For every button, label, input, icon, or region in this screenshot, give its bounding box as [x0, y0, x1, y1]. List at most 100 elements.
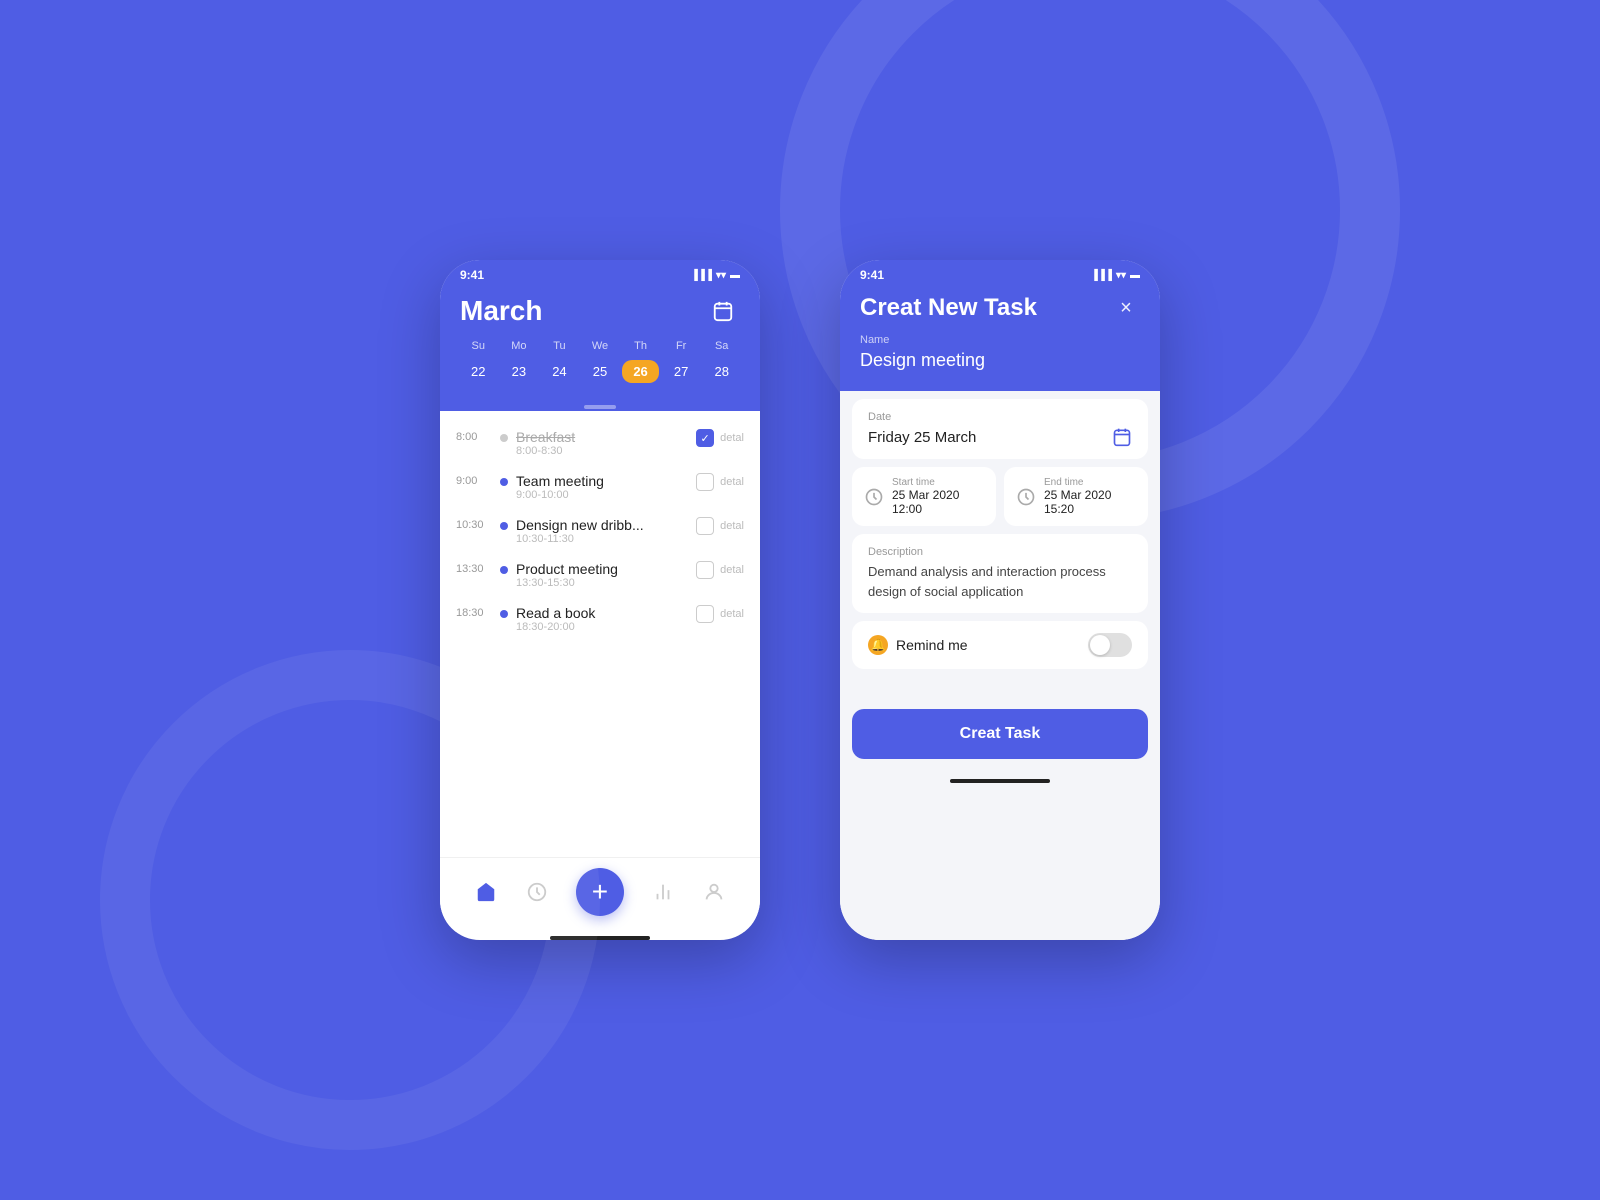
fab-add-button[interactable]: + [576, 868, 624, 916]
detail-book[interactable]: detal [720, 608, 744, 620]
description-section: Description Demand analysis and interact… [852, 534, 1148, 613]
description-value[interactable]: Demand analysis and interaction process … [868, 562, 1132, 601]
clock-nav-icon[interactable] [525, 880, 549, 904]
day-28[interactable]: 28 [703, 360, 740, 383]
remind-toggle[interactable] [1088, 633, 1132, 657]
day-th: Th [622, 340, 659, 356]
end-time-value: 25 Mar 2020 15:20 [1044, 488, 1136, 516]
task-duration-product: 13:30-15:30 [516, 577, 688, 589]
remind-section: 🔔 Remind me [852, 621, 1148, 669]
status-time-2: 9:41 [860, 268, 884, 282]
detail-product[interactable]: detal [720, 564, 744, 576]
wifi-icon: ▾▾ [716, 270, 726, 281]
calendar-grid: Su Mo Tu We Th Fr Sa 22 23 24 25 26 27 2… [460, 340, 740, 383]
task-list: 8:00 Breakfast 8:00-8:30 detal 9:00 Team… [440, 411, 760, 857]
task-name-team: Team meeting [516, 473, 688, 489]
day-24[interactable]: 24 [541, 360, 578, 383]
date-label: Date [868, 411, 1132, 423]
start-time-label: Start time [892, 477, 984, 488]
task-name-book: Read a book [516, 605, 688, 621]
day-23[interactable]: 23 [501, 360, 538, 383]
task-dot-breakfast [500, 434, 508, 442]
day-22[interactable]: 22 [460, 360, 497, 383]
task-check-team: detal [696, 473, 744, 491]
description-label: Description [868, 546, 1132, 558]
name-value[interactable]: Design meeting [860, 350, 1140, 371]
day-27[interactable]: 27 [663, 360, 700, 383]
end-time-card[interactable]: End time 25 Mar 2020 15:20 [1004, 467, 1148, 526]
task-item-team-meeting: 9:00 Team meeting 9:00-10:00 detal [456, 465, 744, 509]
task-item-breakfast: 8:00 Breakfast 8:00-8:30 detal [456, 421, 744, 465]
spacer [840, 677, 1160, 697]
day-fr: Fr [663, 340, 700, 356]
calendar-icon-btn[interactable] [706, 294, 740, 328]
profile-nav-icon[interactable] [702, 880, 726, 904]
home-indicator-1 [550, 936, 650, 940]
create-task-header: Creat New Task × Name Design meeting [840, 286, 1160, 391]
phone-calendar: 9:41 ▐▐▐ ▾▾ ▬ March Su Mo Tu We Th [440, 260, 760, 940]
remind-left: 🔔 Remind me [868, 635, 968, 655]
task-time-book: 18:30 [456, 605, 492, 619]
task-check-product: detal [696, 561, 744, 579]
scroll-indicator [440, 399, 760, 411]
checkbox-book[interactable] [696, 605, 714, 623]
close-button[interactable]: × [1112, 294, 1140, 322]
status-icons-2: ▐▐▐ ▾▾ ▬ [1091, 270, 1140, 281]
date-calendar-icon [1112, 427, 1132, 447]
checkbox-team[interactable] [696, 473, 714, 491]
create-task-title: Creat New Task [860, 294, 1037, 322]
status-bar-1: 9:41 ▐▐▐ ▾▾ ▬ [440, 260, 760, 286]
battery-icon: ▬ [730, 270, 740, 281]
status-icons-1: ▐▐▐ ▾▾ ▬ [691, 270, 740, 281]
end-time-info: End time 25 Mar 2020 15:20 [1044, 477, 1136, 516]
status-bar-2: 9:41 ▐▐▐ ▾▾ ▬ [840, 260, 1160, 286]
checkbox-product[interactable] [696, 561, 714, 579]
chart-nav-icon[interactable] [651, 880, 675, 904]
checkbox-design[interactable] [696, 517, 714, 535]
detail-design[interactable]: detal [720, 520, 744, 532]
home-indicator-2 [950, 779, 1050, 783]
task-item-design: 10:30 Densign new dribb... 10:30-11:30 d… [456, 509, 744, 553]
task-info-product: Product meeting 13:30-15:30 [516, 561, 688, 589]
checkbox-breakfast[interactable] [696, 429, 714, 447]
start-clock-icon [864, 487, 884, 507]
task-dot-team [500, 478, 508, 486]
task-check-book: detal [696, 605, 744, 623]
calendar-header: March Su Mo Tu We Th Fr Sa 22 23 24 25 2… [440, 286, 760, 399]
battery-icon-2: ▬ [1130, 270, 1140, 281]
task-duration-team: 9:00-10:00 [516, 489, 688, 501]
signal-icon: ▐▐▐ [691, 270, 712, 281]
task-time-breakfast: 8:00 [456, 429, 492, 443]
task-time-product: 13:30 [456, 561, 492, 575]
day-25[interactable]: 25 [582, 360, 619, 383]
task-info-breakfast: Breakfast 8:00-8:30 [516, 429, 688, 457]
status-time-1: 9:41 [460, 268, 484, 282]
signal-icon-2: ▐▐▐ [1091, 270, 1112, 281]
day-sa: Sa [703, 340, 740, 356]
detail-team[interactable]: detal [720, 476, 744, 488]
task-time-design: 10:30 [456, 517, 492, 531]
time-row: Start time 25 Mar 2020 12:00 End time 25… [852, 467, 1148, 526]
task-name-breakfast: Breakfast [516, 429, 688, 445]
home-nav-icon[interactable] [474, 880, 498, 904]
task-duration-book: 18:30-20:00 [516, 621, 688, 633]
task-dot-design [500, 522, 508, 530]
create-task-button[interactable]: Creat Task [852, 709, 1148, 759]
task-info-book: Read a book 18:30-20:00 [516, 605, 688, 633]
task-duration-design: 10:30-11:30 [516, 533, 688, 545]
name-label: Name [860, 334, 1140, 346]
date-value[interactable]: Friday 25 March [868, 427, 1132, 447]
task-time-team: 9:00 [456, 473, 492, 487]
task-name-product: Product meeting [516, 561, 688, 577]
day-mo: Mo [501, 340, 538, 356]
form-body: Date Friday 25 March Start time [840, 391, 1160, 940]
task-dot-product [500, 566, 508, 574]
wifi-icon-2: ▾▾ [1116, 270, 1126, 281]
start-time-card[interactable]: Start time 25 Mar 2020 12:00 [852, 467, 996, 526]
day-tu: Tu [541, 340, 578, 356]
day-26[interactable]: 26 [622, 360, 659, 383]
task-info-team: Team meeting 9:00-10:00 [516, 473, 688, 501]
day-su: Su [460, 340, 497, 356]
detail-breakfast[interactable]: detal [720, 432, 744, 444]
end-clock-icon [1016, 487, 1036, 507]
